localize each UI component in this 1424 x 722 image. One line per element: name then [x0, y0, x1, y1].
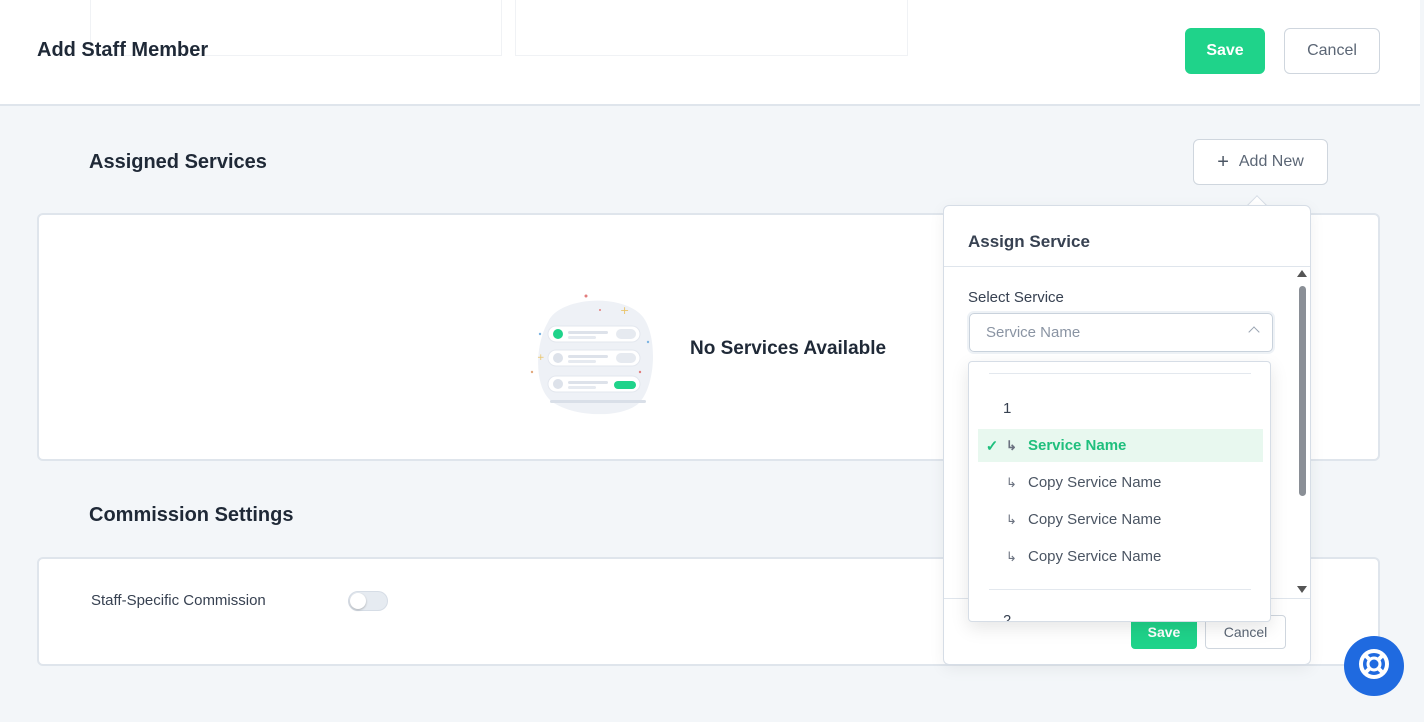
option-label: Service Name	[1028, 437, 1127, 454]
option-copy-service-name[interactable]: ↳ Copy Service Name	[978, 540, 1263, 573]
subdirectory-arrow-icon: ↳	[1006, 511, 1017, 527]
subdirectory-arrow-icon: ↳	[1006, 437, 1017, 453]
service-options-list: 1 ✓ ↳ Service Name ↳ Copy Service Name ↳…	[968, 361, 1271, 622]
scroll-down-arrow[interactable]	[1297, 586, 1307, 593]
page-title: Add Staff Member	[37, 39, 209, 61]
subdirectory-arrow-icon: ↳	[1006, 548, 1017, 564]
save-button[interactable]: Save	[1185, 28, 1265, 74]
staff-specific-commission-label: Staff-Specific Commission	[91, 592, 266, 609]
cancel-button[interactable]: Cancel	[1284, 28, 1380, 74]
commission-settings-title: Commission Settings	[89, 504, 294, 526]
option-copy-service-name[interactable]: ↳ Copy Service Name	[978, 503, 1263, 536]
add-new-button[interactable]: + Add New	[1193, 139, 1328, 185]
background-panel	[515, 0, 908, 56]
scrollbar-thumb[interactable]	[1299, 286, 1306, 496]
option-label: Copy Service Name	[1028, 511, 1162, 528]
add-new-label: Add New	[1238, 153, 1304, 170]
help-button[interactable]	[1344, 636, 1404, 696]
select-service-label: Select Service	[968, 289, 1064, 306]
lifebuoy-icon	[1357, 647, 1391, 686]
option-group-label: 2	[1003, 612, 1012, 622]
divider	[989, 373, 1251, 374]
empty-services-text: No Services Available	[690, 338, 887, 359]
plus-icon: +	[1217, 150, 1229, 173]
scroll-up-arrow[interactable]	[1297, 270, 1307, 277]
assign-service-title: Assign Service	[968, 232, 1090, 251]
top-bar: Add Staff Member Save Cancel	[0, 0, 1420, 106]
empty-services-illustration: + +	[528, 292, 658, 423]
toggle-knob	[350, 593, 366, 609]
svg-text:+: +	[537, 353, 545, 363]
svg-text:+: +	[620, 304, 629, 317]
option-label: Copy Service Name	[1028, 474, 1162, 491]
option-copy-service-name[interactable]: ↳ Copy Service Name	[978, 466, 1263, 499]
option-group-label: 1	[1003, 400, 1012, 417]
check-icon: ✓	[985, 437, 999, 455]
staff-specific-commission-toggle[interactable]	[348, 591, 388, 611]
divider	[989, 589, 1251, 590]
select-service-dropdown[interactable]: Service Name	[969, 313, 1273, 352]
assigned-services-title: Assigned Services	[89, 151, 267, 173]
chevron-up-icon	[1248, 326, 1260, 338]
option-label: Copy Service Name	[1028, 548, 1162, 565]
select-service-placeholder: Service Name	[986, 324, 1081, 341]
subdirectory-arrow-icon: ↳	[1006, 474, 1017, 490]
divider	[944, 266, 1310, 267]
option-service-name[interactable]: ✓ ↳ Service Name	[978, 429, 1263, 462]
